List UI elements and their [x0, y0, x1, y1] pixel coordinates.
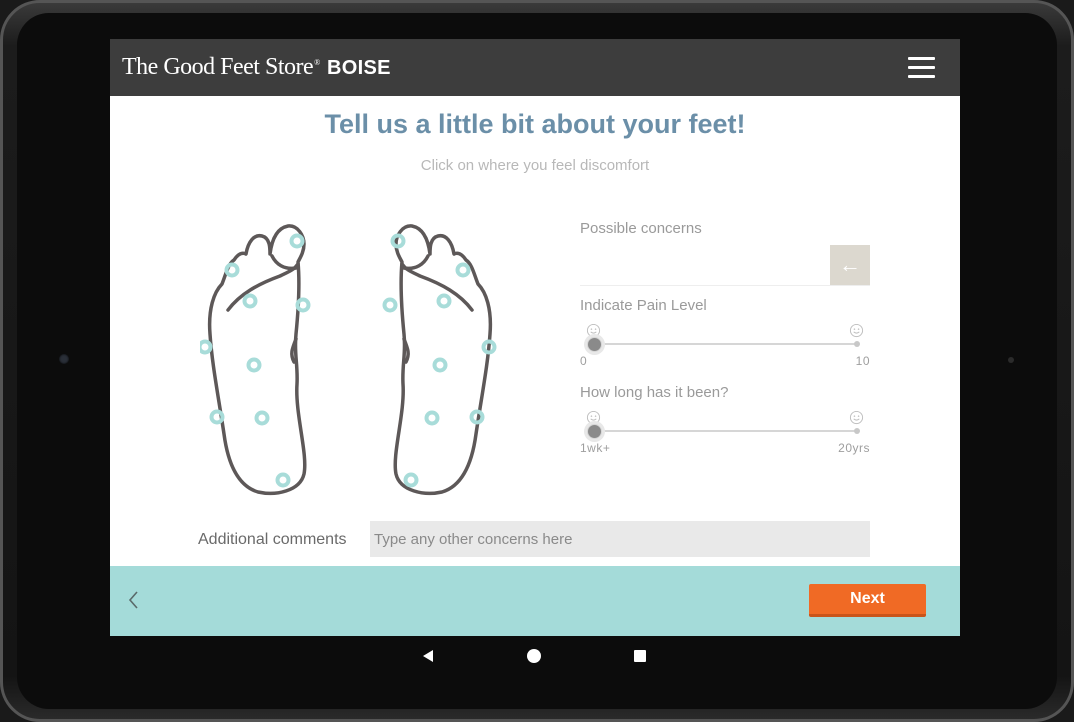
- hotspot-right-ball-outer[interactable]: [436, 293, 452, 309]
- menu-bar: [908, 57, 935, 60]
- left-foot-big-toe-line: [270, 254, 298, 271]
- app-screen: The Good Feet Store® BOISE Tell us a lit…: [110, 39, 960, 636]
- duration-slider-end: [854, 428, 860, 434]
- menu-bar: [908, 75, 935, 78]
- hotspot-left-heel-back[interactable]: [275, 472, 291, 488]
- smiley-face-icon: [849, 410, 864, 425]
- hotspot-left-small-toes[interactable]: [224, 262, 240, 278]
- footer-bar: Next: [110, 566, 960, 636]
- brand-name: The Good Feet Store: [122, 54, 314, 80]
- app-header: The Good Feet Store® BOISE: [110, 39, 960, 96]
- chevron-left-glyph: [128, 591, 138, 609]
- light-sensor: [1008, 357, 1014, 363]
- duration-max-label: 20yrs: [838, 441, 870, 455]
- hotspot-right-heel-back[interactable]: [403, 472, 419, 488]
- hotspot-left-outer-heel-side[interactable]: [209, 409, 225, 425]
- hotspot-left-arch[interactable]: [246, 357, 262, 373]
- hotspot-right-ball-inner[interactable]: [382, 297, 398, 313]
- brand-trademark: ®: [314, 58, 320, 67]
- smiley-face-icon: [586, 323, 601, 338]
- hotspots: [200, 233, 497, 488]
- hotspot-left-ball-outer[interactable]: [242, 293, 258, 309]
- smiley-face-icon: [849, 323, 864, 338]
- right-foot-big-toe-line: [402, 254, 430, 271]
- pain-slider-thumb[interactable]: [587, 337, 602, 352]
- hotspot-right-big-toe[interactable]: [390, 233, 406, 249]
- menu-bar: [908, 66, 935, 69]
- pain-level-label: Indicate Pain Level: [580, 297, 707, 314]
- hotspot-right-heel-center[interactable]: [424, 410, 440, 426]
- pain-min-label: 0: [580, 354, 588, 368]
- hotspot-right-arch[interactable]: [432, 357, 448, 373]
- nav-back-icon[interactable]: [421, 649, 435, 663]
- nav-recents-icon[interactable]: [634, 650, 646, 662]
- android-nav-bar: [110, 636, 960, 676]
- hamburger-menu-icon[interactable]: [900, 55, 944, 81]
- duration-slider-thumb[interactable]: [587, 424, 602, 439]
- store-name: BOISE: [327, 57, 391, 79]
- hotspot-left-outer-edge[interactable]: [200, 339, 213, 355]
- pain-max-label: 10: [855, 354, 870, 368]
- brand-logo: The Good Feet Store®: [122, 54, 320, 81]
- nav-home-icon[interactable]: [527, 649, 541, 663]
- additional-comments-input[interactable]: [370, 521, 870, 557]
- hotspot-right-small-toes[interactable]: [455, 262, 471, 278]
- next-button[interactable]: Next: [809, 584, 926, 617]
- feet-diagram: [200, 224, 497, 496]
- arrow-left-icon[interactable]: ←: [830, 245, 870, 285]
- duration-label: How long has it been?: [580, 384, 729, 401]
- page-title: Tell us a little bit about your feet!: [324, 109, 746, 139]
- chevron-left-icon[interactable]: [126, 588, 146, 614]
- page-subtitle: Click on where you feel discomfort: [420, 157, 650, 174]
- duration-slider-track[interactable]: [592, 430, 857, 432]
- possible-concerns-list: [580, 245, 870, 286]
- possible-concerns-label: Possible concerns: [580, 220, 702, 237]
- duration-min-label: 1wk+: [580, 441, 611, 455]
- additional-comments-label: Additional comments: [198, 531, 347, 548]
- pain-slider-track[interactable]: [592, 343, 857, 345]
- hotspot-left-heel-center[interactable]: [254, 410, 270, 426]
- hotspot-left-big-toe[interactable]: [289, 233, 305, 249]
- pain-level-slider: 0 10: [580, 323, 870, 373]
- duration-slider: 1wk+ 20yrs: [580, 410, 870, 460]
- front-camera: [59, 354, 69, 364]
- smiley-face-icon: [586, 410, 601, 425]
- hotspot-left-ball-inner[interactable]: [295, 297, 311, 313]
- pain-slider-end: [854, 341, 860, 347]
